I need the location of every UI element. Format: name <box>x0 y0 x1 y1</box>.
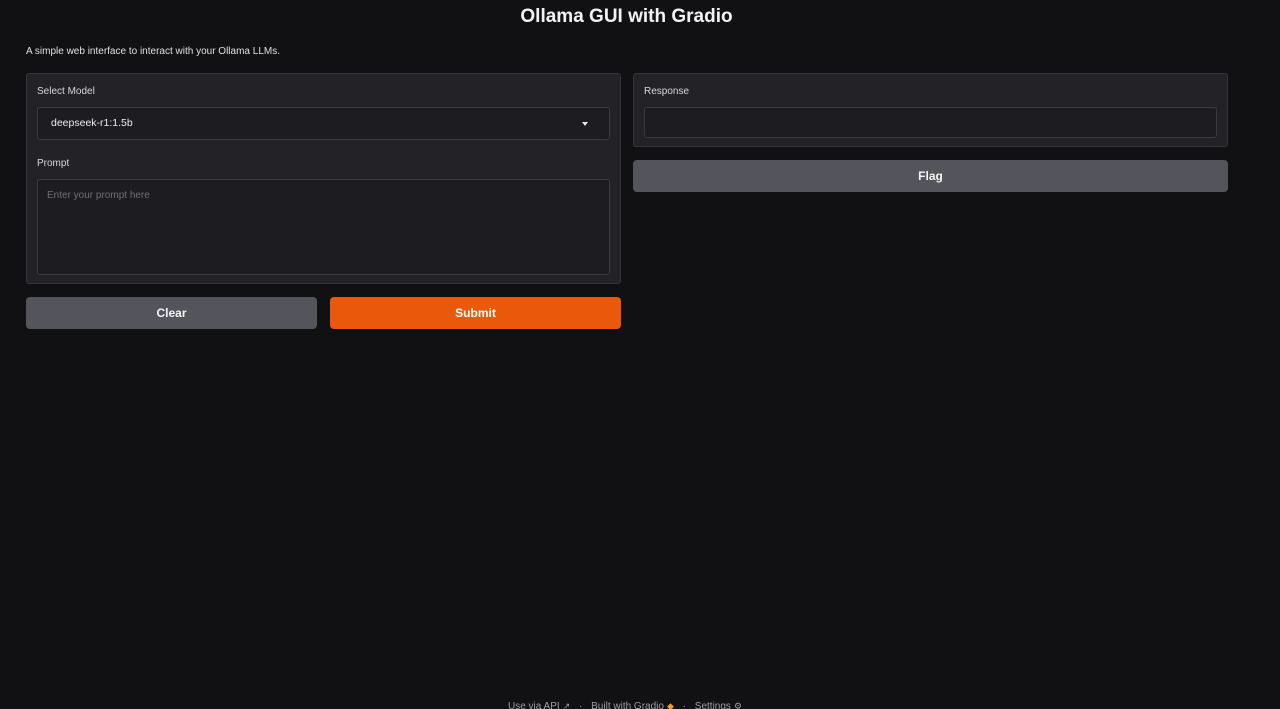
page-title: Ollama GUI with Gradio <box>520 6 733 27</box>
api-link-label: Use via API <box>507 701 560 709</box>
footer-separator: · <box>579 701 583 709</box>
rocket-icon: ↗ <box>562 701 571 709</box>
settings-link[interactable]: Settings ⚙ <box>695 701 742 709</box>
input-panel: Select Model deepseek-r1:1.5b Prompt <box>26 73 621 284</box>
submit-button[interactable]: Submit <box>330 297 621 329</box>
prompt-input[interactable] <box>38 180 609 274</box>
footer: Use via API ↗ · Built with Gradio ◆ · Sett… <box>0 699 1250 709</box>
response-label: Response <box>644 86 690 97</box>
gradio-app: Ollama GUI with Gradio A simple web inte… <box>0 0 1280 709</box>
flag-button[interactable]: Flag <box>633 160 1228 192</box>
footer-separator: · <box>682 701 686 709</box>
response-panel: Response <box>633 73 1228 147</box>
response-output[interactable] <box>644 107 1217 138</box>
dropdown-caret-icon[interactable] <box>582 122 588 126</box>
model-select-value: deepseek-r1:1.5b <box>51 117 133 129</box>
prompt-label: Prompt <box>37 158 70 169</box>
built-link-label: Built with Gradio <box>591 701 664 709</box>
model-select[interactable]: deepseek-r1:1.5b <box>37 107 610 140</box>
prompt-field <box>37 179 610 275</box>
clear-button[interactable]: Clear <box>26 297 317 329</box>
built-with-gradio-link[interactable]: Built with Gradio ◆ <box>591 701 674 709</box>
model-select-label: Select Model <box>37 86 95 97</box>
gradio-logo-icon: ◆ <box>666 701 674 709</box>
gear-icon: ⚙ <box>733 701 742 709</box>
settings-link-label: Settings <box>694 701 731 709</box>
page-description: A simple web interface to interact with … <box>26 46 280 57</box>
use-via-api-link[interactable]: Use via API ↗ <box>508 701 570 709</box>
